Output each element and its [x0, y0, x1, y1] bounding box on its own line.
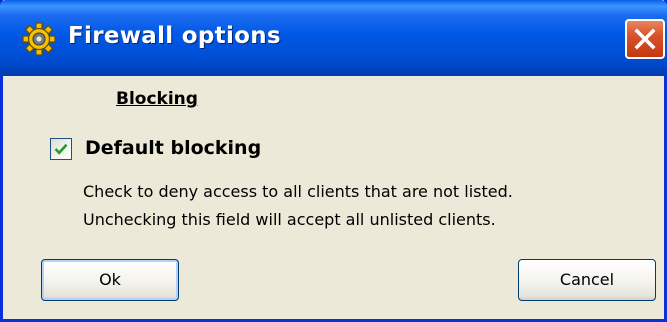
- default-blocking-label[interactable]: Default blocking: [85, 137, 261, 159]
- help-line-1: Check to deny access to all clients that…: [83, 182, 513, 201]
- window-title: Firewall options: [68, 23, 281, 49]
- close-icon: [634, 28, 656, 50]
- help-line-2: Unchecking this field will accept all un…: [83, 210, 496, 229]
- title-bar[interactable]: Firewall options: [0, 0, 667, 76]
- ok-button[interactable]: Ok: [41, 259, 179, 301]
- default-blocking-checkbox[interactable]: [50, 138, 72, 160]
- cancel-button[interactable]: Cancel: [518, 259, 656, 301]
- firewall-options-dialog: Firewall options Blocking Default blocki…: [0, 0, 667, 322]
- default-blocking-help: Check to deny access to all clients that…: [83, 178, 513, 234]
- close-button[interactable]: [625, 19, 665, 59]
- section-heading: Blocking: [116, 89, 198, 109]
- checkmark-icon: [54, 143, 68, 155]
- gear-icon: [22, 22, 56, 56]
